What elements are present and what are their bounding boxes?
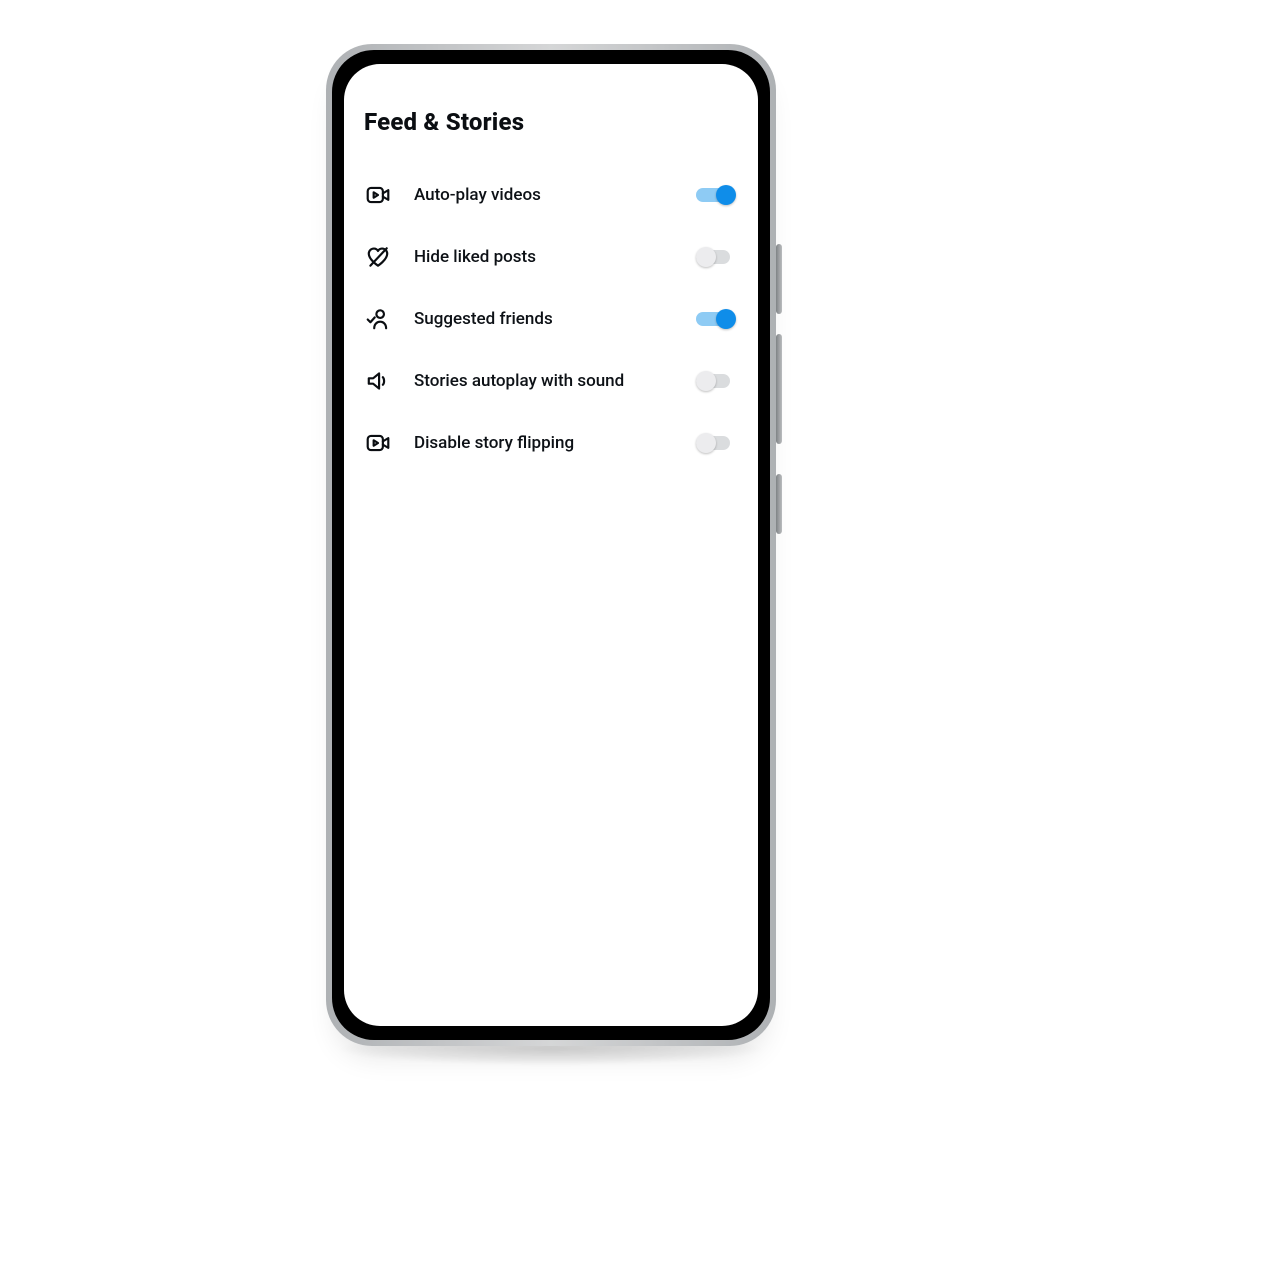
setting-row-stories-sound[interactable]: Stories autoplay with sound [364, 350, 736, 412]
phone-frame: Feed & Stories Auto-play videos [326, 44, 776, 1046]
settings-panel: Feed & Stories Auto-play videos [344, 64, 758, 474]
heart-off-icon [364, 243, 392, 271]
toggle-stories-sound[interactable] [696, 371, 736, 391]
setting-row-autoplay-videos[interactable]: Auto-play videos [364, 164, 736, 226]
stage: Feed & Stories Auto-play videos [0, 0, 1280, 1280]
setting-row-suggested-friends[interactable]: Suggested friends [364, 288, 736, 350]
setting-label: Auto-play videos [414, 185, 696, 205]
video-play-icon [364, 429, 392, 457]
hardware-button [776, 474, 782, 534]
setting-label: Disable story flipping [414, 433, 696, 453]
speaker-icon [364, 367, 392, 395]
setting-label: Stories autoplay with sound [414, 371, 696, 391]
toggle-hide-liked-posts[interactable] [696, 247, 736, 267]
hardware-button [776, 244, 782, 314]
toggle-disable-story-flipping[interactable] [696, 433, 736, 453]
setting-row-disable-story-flipping[interactable]: Disable story flipping [364, 412, 736, 474]
video-play-icon [364, 181, 392, 209]
person-check-icon [364, 305, 392, 333]
toggle-autoplay-videos[interactable] [696, 185, 736, 205]
toggle-suggested-friends[interactable] [696, 309, 736, 329]
hardware-button [776, 334, 782, 444]
phone-screen: Feed & Stories Auto-play videos [344, 64, 758, 1026]
setting-label: Hide liked posts [414, 247, 696, 267]
phone-bezel: Feed & Stories Auto-play videos [332, 50, 770, 1040]
setting-label: Suggested friends [414, 309, 696, 329]
setting-row-hide-liked-posts[interactable]: Hide liked posts [364, 226, 736, 288]
page-title: Feed & Stories [364, 108, 736, 136]
